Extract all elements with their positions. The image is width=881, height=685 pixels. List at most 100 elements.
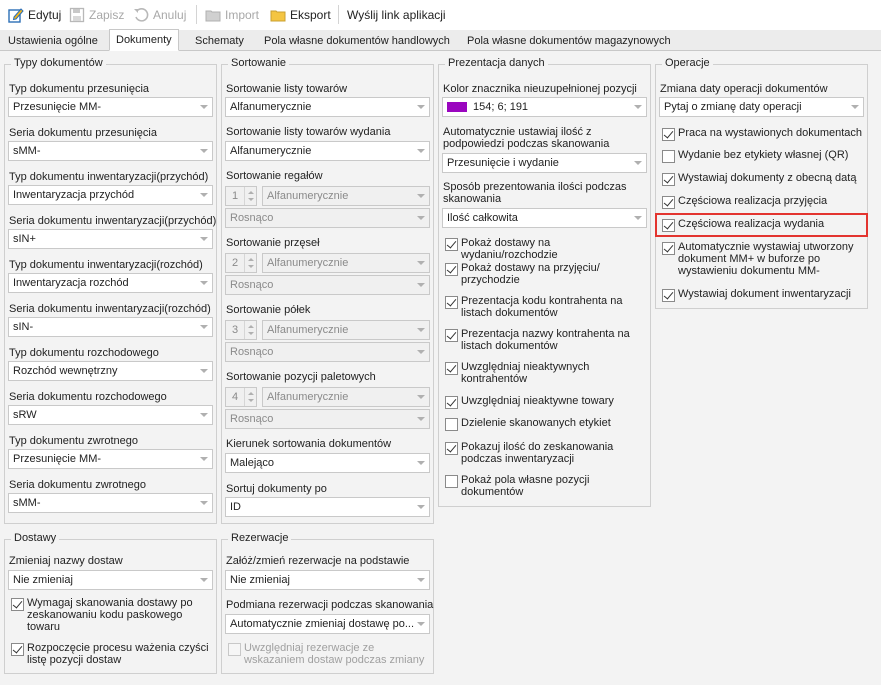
shelf-sort-order-spinner[interactable]: 3	[225, 320, 257, 340]
document-type-select[interactable]: sMM-	[8, 141, 213, 161]
shelf-direction-select[interactable]: Rosnąco	[225, 342, 430, 362]
toolbar: Edytuj Zapisz Anuluj Import Eksport Wyśl…	[0, 0, 881, 29]
select-value: Automatycznie zmieniaj dostawę po...	[230, 618, 415, 630]
document-type-select[interactable]: sRW	[8, 405, 213, 425]
chevron-down-icon	[413, 209, 429, 227]
document-sort-direction-select[interactable]: Malejąco	[225, 453, 430, 473]
document-type-select[interactable]: Inwentaryzacja rozchód	[8, 273, 213, 293]
tab-custom-fields-warehouse[interactable]: Pola własne dokumentów magazynowych	[461, 30, 677, 51]
color-swatch	[447, 102, 467, 112]
checkbox[interactable]	[662, 196, 675, 209]
chevron-down-icon	[196, 406, 212, 424]
checkbox[interactable]	[11, 598, 24, 611]
export-label: Eksport	[290, 7, 331, 22]
marker-color-picker[interactable]: 154; 6; 191	[442, 97, 647, 117]
document-sort-by-select[interactable]: ID	[225, 497, 430, 517]
pallet-sort-order-spinner[interactable]: 4	[225, 387, 257, 407]
select-value: Inwentaryzacja przychód	[13, 189, 135, 201]
chevron-down-icon	[413, 321, 429, 339]
color-value: 154; 6; 191	[473, 101, 529, 113]
issue-list-sort-select[interactable]: Alfanumerycznie	[225, 141, 430, 161]
checkbox[interactable]	[445, 238, 458, 251]
chevron-down-icon	[413, 98, 429, 116]
document-type-select[interactable]: sIN+	[8, 229, 213, 249]
checkbox[interactable]	[445, 296, 458, 309]
checkbox[interactable]	[662, 173, 675, 186]
export-button[interactable]: Eksport	[270, 5, 331, 24]
document-type-select[interactable]: sIN-	[8, 317, 213, 337]
toolbar-separator	[196, 5, 197, 24]
checkbox[interactable]	[662, 150, 675, 163]
save-label: Zapisz	[89, 7, 125, 22]
rack-sort-order-spinner[interactable]: 1	[225, 186, 257, 206]
field-label: Sortuj dokumenty po	[226, 483, 327, 495]
checkbox[interactable]	[445, 329, 458, 342]
field-label: Sortowanie przęseł	[226, 237, 320, 249]
chevron-down-icon	[413, 615, 429, 633]
bay-sort-order-spinner[interactable]: 2	[225, 253, 257, 273]
reservation-basis-select[interactable]: Nie zmieniaj	[225, 570, 430, 590]
field-label: Kolor znacznika nieuzupełnionej pozycji	[443, 83, 637, 95]
checkbox[interactable]	[445, 362, 458, 375]
send-link-label: Wyślij link aplikacji	[347, 7, 446, 22]
rack-direction-select[interactable]: Rosnąco	[225, 208, 430, 228]
select-value: Przesunięcie MM-	[13, 101, 102, 113]
field-label: Sortowanie półek	[226, 304, 311, 316]
checkbox[interactable]	[662, 242, 675, 255]
checkbox[interactable]	[662, 289, 675, 302]
checkbox[interactable]	[11, 643, 24, 656]
field-label: Automatycznie ustawiaj ilość z podpowied…	[443, 126, 610, 150]
checkbox[interactable]	[662, 128, 675, 141]
select-value: ID	[230, 501, 241, 513]
tab-general[interactable]: Ustawienia ogólne	[2, 30, 104, 51]
checkbox-label: Wymagaj skanowania dostawy po zeskanowan…	[27, 597, 193, 633]
spinner-buttons[interactable]	[244, 321, 256, 339]
operation-date-change-select[interactable]: Pytaj o zmianę daty operacji	[659, 97, 864, 117]
bay-direction-select[interactable]: Rosnąco	[225, 275, 430, 295]
cancel-button[interactable]: Anuluj	[133, 5, 186, 24]
select-value: Przesunięcie MM-	[13, 453, 102, 465]
checkbox-label: Prezentacja kodu kontrahenta na listach …	[461, 295, 623, 319]
rack-sort-select[interactable]: Alfanumerycznie	[262, 186, 430, 206]
shelf-sort-select[interactable]: Alfanumerycznie	[262, 320, 430, 340]
checkbox[interactable]	[445, 475, 458, 488]
auto-quantity-select[interactable]: Przesunięcie i wydanie	[442, 153, 647, 173]
reservation-swap-select[interactable]: Automatycznie zmieniaj dostawę po...	[225, 614, 430, 634]
field-label: Seria dokumentu rozchodowego	[9, 391, 167, 403]
document-type-select[interactable]: Przesunięcie MM-	[8, 97, 213, 117]
tab-schemes[interactable]: Schematy	[189, 30, 250, 51]
delivery-rename-select[interactable]: Nie zmieniaj	[8, 570, 213, 590]
document-type-select[interactable]: Przesunięcie MM-	[8, 449, 213, 469]
spinner-buttons[interactable]	[244, 187, 256, 205]
quantity-display-select[interactable]: Ilość całkowita	[442, 208, 647, 228]
document-type-select[interactable]: Inwentaryzacja przychód	[8, 185, 213, 205]
chevron-down-icon	[413, 388, 429, 406]
pallet-direction-select[interactable]: Rosnąco	[225, 409, 430, 429]
save-button[interactable]: Zapisz	[69, 5, 124, 24]
checkbox[interactable]	[445, 263, 458, 276]
save-icon	[69, 7, 85, 22]
chevron-down-icon	[196, 450, 212, 468]
field-label: Seria dokumentu przesunięcia	[9, 127, 157, 139]
spinner-buttons[interactable]	[244, 388, 256, 406]
checkbox[interactable]	[445, 442, 458, 455]
checkbox[interactable]	[445, 396, 458, 409]
checkbox[interactable]	[445, 418, 458, 431]
import-button[interactable]: Import	[205, 5, 259, 24]
chevron-down-icon	[196, 571, 212, 589]
product-list-sort-select[interactable]: Alfanumerycznie	[225, 97, 430, 117]
chevron-down-icon	[413, 343, 429, 361]
tab-documents[interactable]: Dokumenty	[109, 29, 179, 51]
spinner-buttons[interactable]	[244, 254, 256, 272]
document-type-select[interactable]: sMM-	[8, 493, 213, 513]
document-type-select[interactable]: Rozchód wewnętrzny	[8, 361, 213, 381]
reservation-delivery-checkbox[interactable]	[228, 643, 241, 656]
edit-button[interactable]: Edytuj	[8, 5, 61, 24]
select-value: Rosnąco	[230, 346, 274, 358]
pallet-sort-select[interactable]: Alfanumerycznie	[262, 387, 430, 407]
bay-sort-select[interactable]: Alfanumerycznie	[262, 253, 430, 273]
tab-custom-fields-trade[interactable]: Pola własne dokumentów handlowych	[258, 30, 456, 51]
field-label: Zmiana daty operacji dokumentów	[660, 83, 828, 95]
group-title: Dostawy	[11, 532, 60, 544]
send-link-button[interactable]: Wyślij link aplikacji	[347, 5, 446, 24]
